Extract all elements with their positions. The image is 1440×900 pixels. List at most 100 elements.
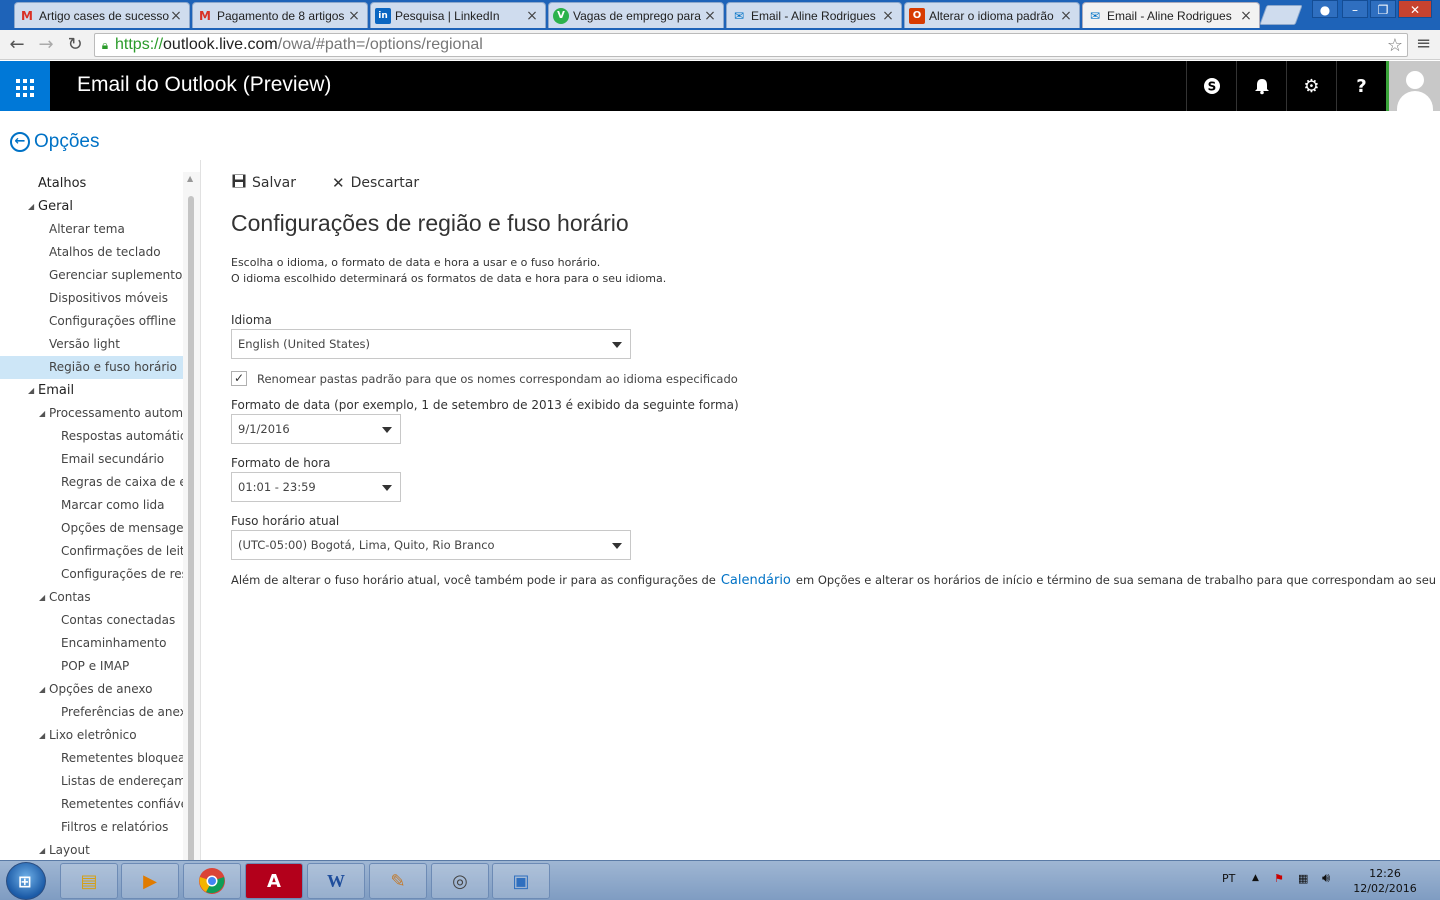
- options-back-link[interactable]: ← Opções: [10, 131, 99, 153]
- skype-icon[interactable]: S: [1186, 61, 1236, 111]
- bell-icon[interactable]: [1236, 61, 1286, 111]
- action-center-icon[interactable]: ⚑: [1274, 872, 1284, 885]
- sidebar-item[interactable]: ◢ Lixo eletrônico: [0, 724, 183, 747]
- app-title: Email do Outlook (Preview): [77, 73, 332, 96]
- sidebar-item[interactable]: Configurações offline: [0, 310, 183, 333]
- language-indicator[interactable]: PT: [1222, 872, 1235, 885]
- close-icon[interactable]: ×: [703, 8, 717, 24]
- close-icon[interactable]: ×: [1239, 8, 1253, 24]
- sidebar-item-label: Atalhos: [38, 176, 87, 191]
- sidebar-item[interactable]: Listas de endereçamento: [0, 770, 183, 793]
- browser-tab-active[interactable]: ✉ Email - Aline Rodrigues ×: [1082, 2, 1260, 28]
- timezone-select[interactable]: (UTC-05:00) Bogotá, Lima, Quito, Rio Bra…: [231, 530, 631, 560]
- gear-icon[interactable]: ⚙: [1286, 61, 1336, 111]
- time-format-select[interactable]: 01:01 - 23:59: [231, 472, 401, 502]
- sidebar-item[interactable]: Remetentes confiáveis: [0, 793, 183, 816]
- browser-tab[interactable]: ✉ Email - Aline Rodrigues ×: [726, 2, 902, 28]
- start-button[interactable]: ⊞: [6, 862, 46, 900]
- close-icon[interactable]: ×: [1059, 8, 1073, 24]
- file-explorer-icon[interactable]: ▤: [60, 863, 118, 899]
- bookmark-star-icon[interactable]: ☆: [1387, 35, 1403, 56]
- sidebar-item[interactable]: Email secundário: [0, 448, 183, 471]
- sidebar-item[interactable]: ◢ Opções de anexo: [0, 678, 183, 701]
- expand-triangle-icon[interactable]: ◢: [39, 586, 45, 609]
- chrome-menu-icon[interactable]: ≡: [1416, 33, 1431, 54]
- sidebar-item[interactable]: POP e IMAP: [0, 655, 183, 678]
- sidebar-item[interactable]: Regras de caixa de entrada: [0, 471, 183, 494]
- tab-label: Email - Aline Rodrigues: [1107, 8, 1232, 23]
- close-icon[interactable]: ×: [169, 8, 183, 24]
- sidebar-item[interactable]: Marcar como lida: [0, 494, 183, 517]
- nav-scrollbar[interactable]: ▲: [183, 172, 200, 868]
- language-select[interactable]: English (United States): [231, 329, 631, 359]
- reload-icon[interactable]: ↻: [63, 33, 87, 57]
- sidebar-item[interactable]: Alterar tema: [0, 218, 183, 241]
- sidebar-item[interactable]: Região e fuso horário: [0, 356, 183, 379]
- expand-triangle-icon[interactable]: ◢: [39, 724, 45, 747]
- window-close-icon[interactable]: ✕: [1398, 0, 1432, 18]
- sidebar-item[interactable]: ◢ Geral: [0, 195, 183, 218]
- calendar-link[interactable]: Calendário: [721, 573, 791, 588]
- sidebar-item[interactable]: ◢ Contas: [0, 586, 183, 609]
- scroll-up-icon[interactable]: ▲: [187, 174, 193, 183]
- scroll-thumb[interactable]: [188, 196, 194, 868]
- discard-button[interactable]: ✕ Descartar: [332, 174, 419, 192]
- sidebar-item[interactable]: Contas conectadas: [0, 609, 183, 632]
- search-app-icon[interactable]: ◎: [431, 863, 489, 899]
- show-hidden-icons-icon[interactable]: ▲: [1252, 873, 1259, 883]
- close-icon[interactable]: ×: [347, 8, 361, 24]
- sidebar-item[interactable]: Dispositivos móveis: [0, 287, 183, 310]
- media-player-icon[interactable]: ▶: [121, 863, 179, 899]
- user-profile-icon[interactable]: ●: [1312, 0, 1338, 18]
- sidebar-item[interactable]: ◢ Email: [0, 379, 183, 402]
- minimize-icon[interactable]: –: [1342, 0, 1368, 18]
- expand-triangle-icon[interactable]: ◢: [39, 678, 45, 701]
- expand-triangle-icon[interactable]: ◢: [28, 195, 34, 218]
- sidebar-item[interactable]: Encaminhamento: [0, 632, 183, 655]
- avatar[interactable]: [1386, 61, 1440, 111]
- rename-folders-checkbox[interactable]: ✓: [231, 371, 247, 386]
- address-bar[interactable]: 🔒︎ https://outlook.live.com/owa/#path=/o…: [94, 33, 1408, 57]
- sidebar-item[interactable]: Filtros e relatórios: [0, 816, 183, 839]
- screen-icon[interactable]: ▣: [492, 863, 550, 899]
- browser-tab[interactable]: in Pesquisa | LinkedIn ×: [370, 2, 546, 28]
- date-format-select[interactable]: 9/1/2016: [231, 414, 401, 444]
- time-format-label: Formato de hora: [231, 456, 331, 470]
- network-icon[interactable]: ▦: [1298, 872, 1308, 885]
- sidebar-item[interactable]: Versão light: [0, 333, 183, 356]
- acrobat-icon[interactable]: A: [245, 863, 303, 899]
- browser-tab[interactable]: M Pagamento de 8 artigos ×: [192, 2, 368, 28]
- close-icon[interactable]: ×: [881, 8, 895, 24]
- volume-icon[interactable]: 🔊︎: [1322, 871, 1330, 886]
- sidebar-item[interactable]: Gerenciar suplementos: [0, 264, 183, 287]
- browser-tab[interactable]: V Vagas de emprego para ×: [548, 2, 724, 28]
- close-icon[interactable]: ×: [525, 8, 539, 24]
- sidebar-item[interactable]: Atalhos: [0, 172, 183, 195]
- expand-triangle-icon[interactable]: ◢: [39, 839, 45, 860]
- system-clock[interactable]: 12:26 12/02/2016: [1340, 866, 1430, 896]
- restore-icon[interactable]: ❐: [1370, 0, 1396, 18]
- paint-icon[interactable]: ✎: [369, 863, 427, 899]
- forward-arrow-icon[interactable]: →: [34, 33, 58, 57]
- sidebar-item[interactable]: Configurações de resposta: [0, 563, 183, 586]
- sidebar-item[interactable]: Atalhos de teclado: [0, 241, 183, 264]
- app-launcher-icon[interactable]: [0, 61, 50, 111]
- sidebar-item[interactable]: Preferências de anexo: [0, 701, 183, 724]
- sidebar-item[interactable]: Respostas automáticas: [0, 425, 183, 448]
- new-tab-button[interactable]: [1259, 5, 1303, 25]
- sidebar-item[interactable]: Opções de mensagem: [0, 517, 183, 540]
- sidebar-item[interactable]: ◢ Processamento automático: [0, 402, 183, 425]
- sidebar-item[interactable]: ◢ Layout: [0, 839, 183, 860]
- expand-triangle-icon[interactable]: ◢: [39, 402, 45, 425]
- rename-folders-label: Renomear pastas padrão para que os nomes…: [257, 372, 738, 386]
- save-button[interactable]: Salvar: [232, 174, 296, 192]
- help-icon[interactable]: ?: [1336, 61, 1386, 111]
- word-icon[interactable]: W: [307, 863, 365, 899]
- browser-tab[interactable]: O Alterar o idioma padrão ×: [904, 2, 1080, 28]
- sidebar-item[interactable]: Remetentes bloqueados: [0, 747, 183, 770]
- back-arrow-icon[interactable]: ←: [5, 33, 29, 57]
- sidebar-item[interactable]: Confirmações de leitura: [0, 540, 183, 563]
- chrome-icon[interactable]: [183, 863, 241, 899]
- expand-triangle-icon[interactable]: ◢: [28, 379, 34, 402]
- browser-tab[interactable]: M Artigo cases de sucesso ×: [14, 2, 190, 28]
